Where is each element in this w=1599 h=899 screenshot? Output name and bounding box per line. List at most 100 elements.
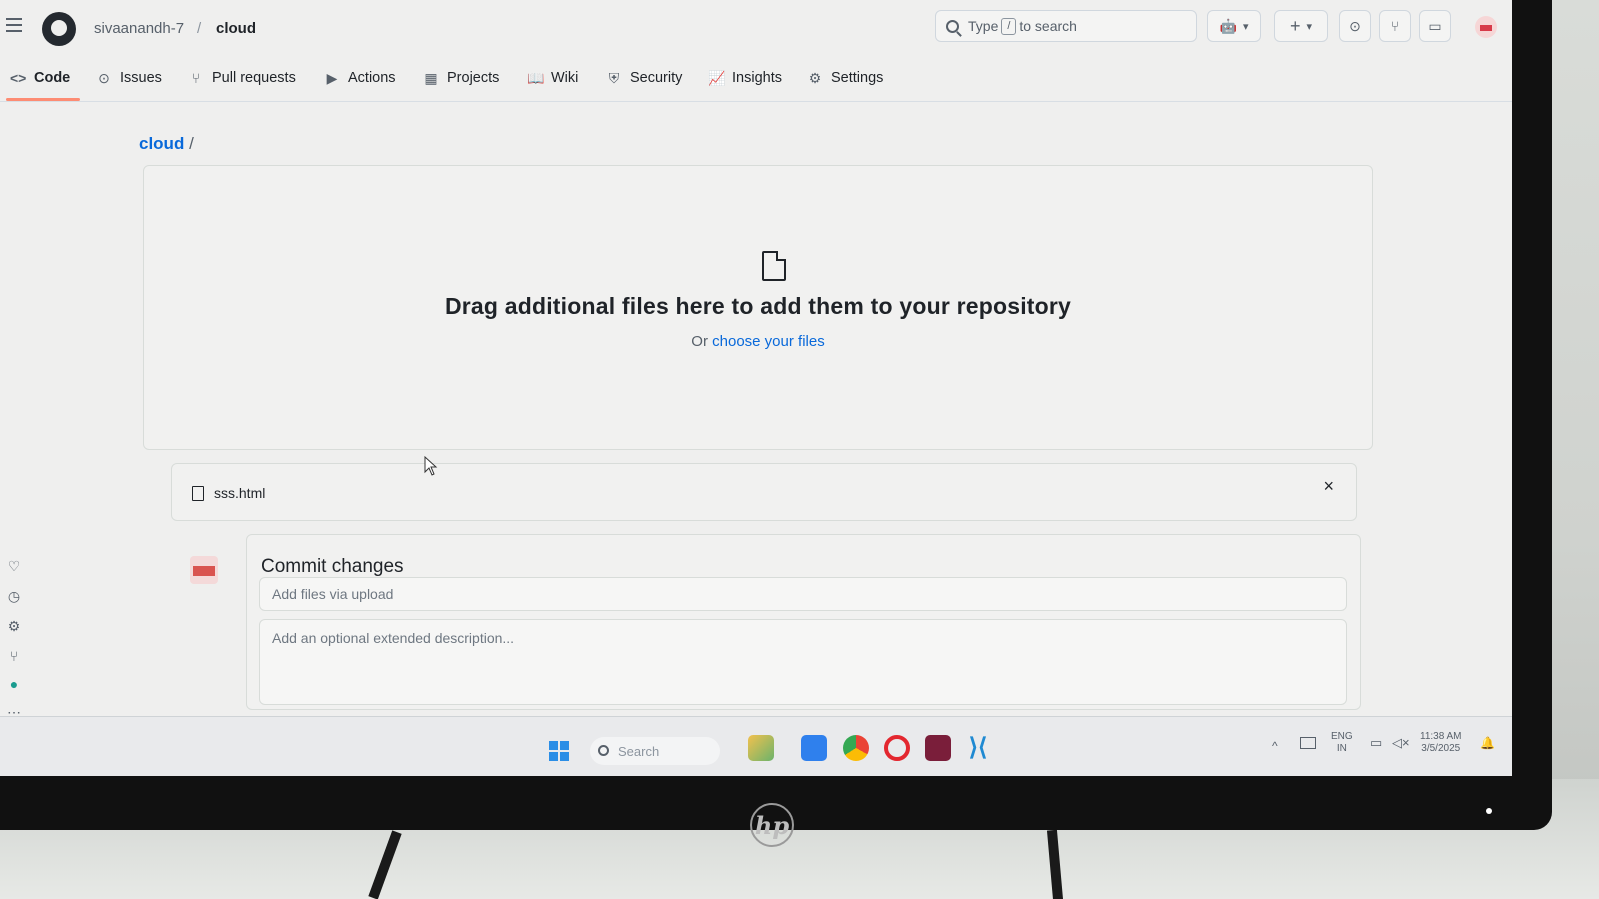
gear-icon[interactable]: ⚙	[4, 616, 24, 636]
graph-icon: 📈	[708, 70, 726, 86]
tab-label: Security	[630, 70, 683, 86]
commit-author-avatar	[190, 556, 218, 584]
tab-label: Projects	[447, 70, 500, 86]
active-tab-indicator	[6, 98, 80, 101]
copilot-icon: 🤖	[1219, 17, 1237, 34]
gear-icon: ⚙	[808, 70, 822, 86]
search-shortcut-key: /	[1001, 17, 1017, 35]
tab-label: Insights	[732, 70, 782, 86]
path-slash: /	[189, 134, 194, 153]
clock-icon[interactable]: ◷	[4, 586, 24, 606]
file-icon	[762, 251, 786, 281]
search-prefix: Type	[968, 18, 999, 34]
breadcrumb-owner[interactable]: sivaanandh-7	[94, 20, 184, 37]
inbox-icon[interactable]: ▭	[1419, 10, 1451, 42]
vscode-icon[interactable]: ⟩⟨	[965, 735, 991, 761]
language-region: IN	[1336, 743, 1347, 754]
taskbar-search[interactable]: Search	[590, 737, 720, 765]
windows-start-icon[interactable]	[549, 741, 569, 761]
dropzone-subtitle: Or choose your files	[144, 333, 1372, 350]
table-icon: ▦	[424, 70, 438, 86]
create-new-button[interactable]: + ▾	[1274, 10, 1328, 42]
hp-logo: hp	[750, 803, 794, 847]
language-code: ENG	[1331, 731, 1353, 742]
notification-icon[interactable]: 🔔	[1480, 737, 1495, 749]
commit-form: Commit changes	[246, 534, 1361, 710]
tab-settings[interactable]: ⚙ Settings	[807, 70, 884, 86]
copilot-button[interactable]: 🤖 ▾	[1207, 10, 1261, 42]
global-header: sivaanandh-7 / cloud Type / to search 🤖 …	[0, 0, 1512, 56]
volume-muted-icon[interactable]: ◁×	[1392, 736, 1410, 749]
plus-icon: +	[1289, 15, 1301, 36]
app-icon[interactable]	[925, 735, 951, 761]
repo-nav: <> Code ⊙ Issues ⑂ Pull requests ▶ Actio…	[0, 62, 1512, 102]
tab-insights[interactable]: 📈 Insights	[708, 70, 782, 86]
code-icon: <>	[10, 70, 27, 86]
clock-time: 11:38 AM	[1420, 731, 1462, 742]
search-icon	[946, 19, 959, 33]
upload-path: cloud /	[139, 134, 194, 154]
breadcrumb-repo[interactable]: cloud	[216, 20, 256, 37]
tab-label: Issues	[120, 70, 162, 86]
taskbar-search-placeholder: Search	[618, 743, 660, 759]
tab-label: Pull requests	[212, 70, 296, 86]
tab-code[interactable]: <> Code	[10, 70, 70, 86]
widgets-icon[interactable]	[748, 735, 774, 761]
tab-wiki[interactable]: 📖 Wiki	[527, 70, 578, 86]
issues-icon[interactable]: ⊙	[1339, 10, 1371, 42]
tray-chevron-icon[interactable]: ^	[1272, 739, 1278, 753]
store-icon[interactable]	[801, 735, 827, 761]
tab-label: Wiki	[551, 70, 579, 86]
issue-icon: ⊙	[98, 70, 110, 86]
breadcrumb-separator: /	[197, 20, 202, 37]
chrome-icon[interactable]	[843, 735, 869, 761]
tab-label: Actions	[348, 70, 396, 86]
github-logo-icon[interactable]	[42, 12, 76, 46]
heart-icon[interactable]: ♡	[4, 556, 24, 576]
uploaded-file-row: sss.html ×	[171, 463, 1357, 521]
network-icon[interactable]: ▭	[1370, 736, 1382, 749]
menu-icon[interactable]	[6, 18, 22, 32]
tab-label: Code	[34, 70, 71, 86]
search-input[interactable]: Type / to search	[935, 10, 1197, 42]
path-repo-link[interactable]: cloud	[139, 134, 184, 153]
choose-files-link[interactable]: choose your files	[712, 333, 825, 350]
file-dropzone[interactable]: Drag additional files here to add them t…	[143, 165, 1373, 450]
tab-security[interactable]: ⛨ Security	[606, 70, 683, 86]
mouse-cursor-icon	[424, 456, 438, 476]
tab-pull-requests[interactable]: ⑂ Pull requests	[188, 70, 296, 86]
tab-projects[interactable]: ▦ Projects	[423, 70, 499, 86]
commit-description-input[interactable]	[259, 619, 1347, 705]
opera-icon[interactable]	[884, 735, 910, 761]
branch-icon[interactable]: ⑂	[4, 646, 24, 666]
file-icon	[192, 486, 204, 501]
chevron-down-icon: ▾	[1242, 20, 1249, 33]
power-led	[1486, 808, 1492, 814]
chevron-down-icon: ▾	[1306, 20, 1313, 33]
search-icon	[598, 745, 609, 756]
user-avatar[interactable]	[1475, 16, 1497, 38]
tab-issues[interactable]: ⊙ Issues	[96, 70, 162, 86]
remove-file-button[interactable]: ×	[1323, 476, 1334, 497]
clock-date: 3/5/2025	[1421, 743, 1461, 754]
tab-actions[interactable]: ▶ Actions	[324, 70, 396, 86]
pull-requests-icon[interactable]: ⑂	[1379, 10, 1411, 42]
dropzone-title: Drag additional files here to add them t…	[444, 293, 1072, 319]
pull-request-icon: ⑂	[191, 70, 201, 86]
language-indicator[interactable]: ENG IN	[1331, 731, 1353, 755]
play-icon: ▶	[326, 70, 338, 86]
clock[interactable]: 11:38 AM 3/5/2025	[1420, 731, 1462, 755]
uploaded-file-name: sss.html	[214, 485, 266, 501]
taskbar: Search ⟩⟨ ^ ENG IN ▭ ◁× 11:38 AM 3/5/202…	[0, 716, 1512, 776]
dropzone-or: Or	[691, 333, 708, 350]
shield-icon: ⛨	[608, 70, 620, 86]
tab-label: Settings	[831, 70, 884, 86]
monitor-bezel: sivaanandh-7 / cloud Type / to search 🤖 …	[0, 0, 1552, 847]
screen: sivaanandh-7 / cloud Type / to search 🤖 …	[0, 0, 1512, 776]
commit-message-input[interactable]	[259, 577, 1347, 611]
search-suffix: to search	[1019, 18, 1077, 34]
book-icon: 📖	[527, 70, 545, 86]
keyboard-icon[interactable]	[1300, 737, 1316, 749]
account-icon[interactable]: ●	[4, 674, 24, 694]
commit-title: Commit changes	[261, 556, 404, 577]
